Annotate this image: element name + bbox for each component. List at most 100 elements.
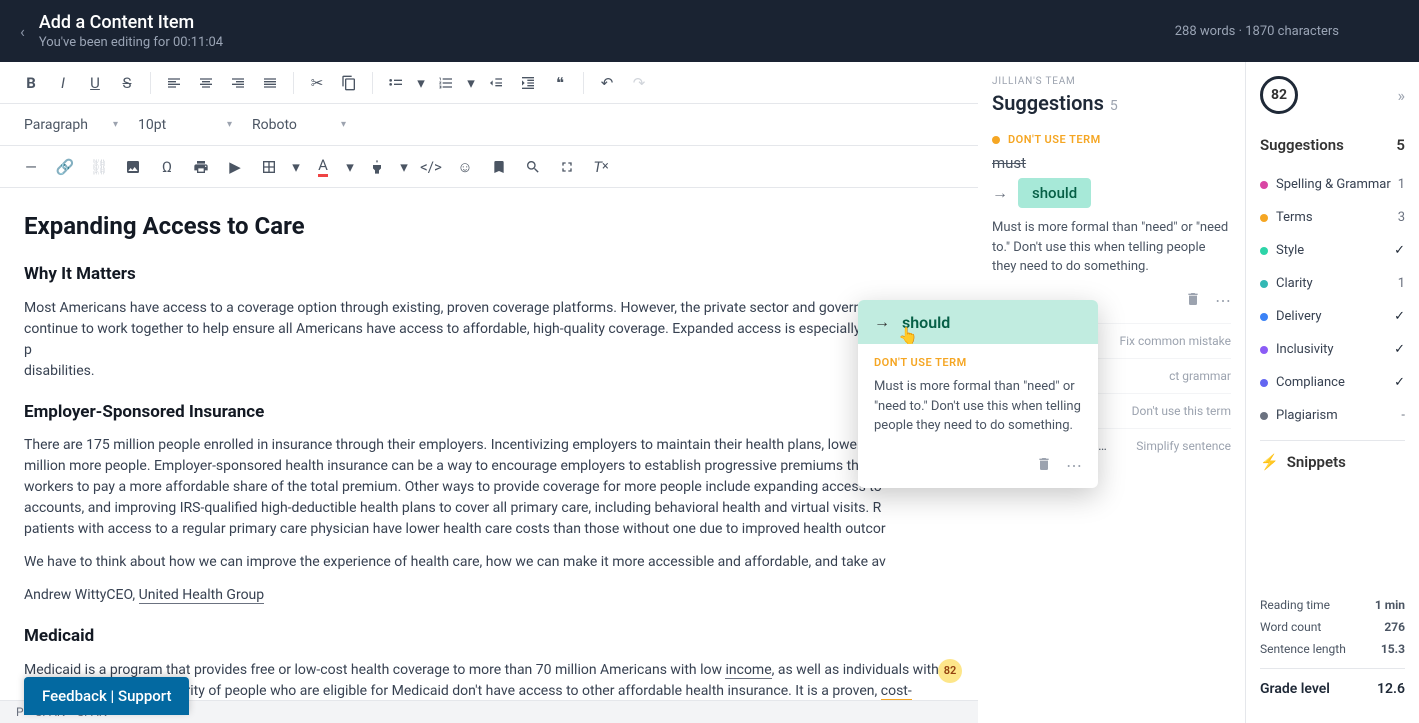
table-button[interactable] (254, 152, 284, 182)
copy-button[interactable] (334, 68, 364, 98)
highlight-button[interactable] (362, 152, 392, 182)
stats-column: 82 » Suggestions 5 Spelling & Grammar1Ter… (1246, 62, 1419, 723)
bullet-options-icon[interactable]: ▾ (413, 68, 429, 98)
inline-suggestion-popup: → should DON'T USE TERM Must is more for… (858, 300, 1098, 488)
toolbar-insert: — 🔗 ⛓ Ω ▶ ▾ A ▾ ▾ </> ☺ T× (0, 146, 978, 188)
quote-button[interactable]: ❝ (545, 68, 575, 98)
code-button[interactable]: </> (416, 152, 446, 182)
undo-button[interactable]: ↶ (592, 68, 622, 98)
outdent-button[interactable] (481, 68, 511, 98)
arrow-icon: → (992, 183, 1008, 203)
inline-score-badge[interactable]: 82 (938, 659, 962, 683)
doc-h2-medicaid: Medicaid (24, 624, 954, 650)
editor-column: B I U S ✂ ▾ ▾ ❝ ↶ ↷ Paragraph▾ (0, 62, 978, 723)
reading-time-value: 1 min (1375, 598, 1405, 612)
link-button[interactable]: 🔗 (50, 152, 80, 182)
category-row[interactable]: Clarity1 (1260, 267, 1405, 300)
stats-suggestions-label: Suggestions (1260, 136, 1344, 154)
suggestions-count: 5 (1110, 98, 1118, 114)
word-count-label: Word count (1260, 620, 1321, 634)
popup-dismiss-icon[interactable] (1036, 456, 1052, 476)
italic-button[interactable]: I (48, 68, 78, 98)
textcolor-options-icon[interactable]: ▾ (342, 152, 358, 182)
category-row[interactable]: Compliance✓ (1260, 366, 1405, 399)
align-left-button[interactable] (159, 68, 189, 98)
more-icon[interactable]: ⋯ (1215, 291, 1231, 310)
paragraph-select[interactable]: Paragraph▾ (16, 113, 126, 137)
suggestion-tag: DON'T USE TERM (1008, 133, 1101, 146)
category-row[interactable]: Plagiarism- (1260, 399, 1405, 432)
grade-level-value: 12.6 (1377, 681, 1405, 697)
highlight-options-icon[interactable]: ▾ (396, 152, 412, 182)
app-header: ‹ Add a Content Item You've been editing… (0, 0, 1419, 62)
term-dot-icon (992, 136, 1000, 144)
suggestion-replacement[interactable]: should (1018, 178, 1091, 208)
table-options-icon[interactable]: ▾ (288, 152, 304, 182)
textcolor-button[interactable]: A (308, 152, 338, 182)
numbered-options-icon[interactable]: ▾ (463, 68, 479, 98)
cut-button[interactable]: ✂ (302, 68, 332, 98)
score-ring[interactable]: 82 (1260, 76, 1298, 114)
back-icon[interactable]: ‹ (20, 22, 25, 41)
arrow-icon: → (874, 312, 890, 332)
category-row[interactable]: Inclusivity✓ (1260, 333, 1405, 366)
category-row[interactable]: Delivery✓ (1260, 300, 1405, 333)
suggestions-title: Suggestions (992, 91, 1104, 115)
dismiss-icon[interactable] (1185, 291, 1201, 311)
numbered-list-button[interactable] (431, 68, 461, 98)
reading-time-label: Reading time (1260, 598, 1330, 612)
popup-description: Must is more formal than "need" or "need… (874, 377, 1082, 436)
align-center-button[interactable] (191, 68, 221, 98)
popup-tag: DON'T USE TERM (874, 356, 1082, 369)
fullscreen-button[interactable] (552, 152, 582, 182)
sentence-length-value: 15.3 (1381, 642, 1405, 656)
emoji-button[interactable]: ☺ (450, 152, 480, 182)
print-button[interactable] (186, 152, 216, 182)
doc-h1: Expanding Access to Care (24, 208, 954, 244)
category-row[interactable]: Terms3 (1260, 201, 1405, 234)
team-label: JILLIAN'S TEAM (992, 76, 1231, 87)
bookmark-button[interactable] (484, 152, 514, 182)
clear-format-button[interactable]: T× (586, 152, 616, 182)
popup-apply-row[interactable]: → should (858, 300, 1098, 344)
strike-button[interactable]: S (112, 68, 142, 98)
sentence-length-label: Sentence length (1260, 642, 1346, 656)
omega-button[interactable]: Ω (152, 152, 182, 182)
suggestion-card-expanded[interactable]: DON'T USE TERM must →should Must is more… (992, 133, 1231, 311)
popup-more-icon[interactable]: ⋯ (1066, 456, 1082, 476)
edit-timer: You've been editing for 00:11:04 (39, 35, 223, 50)
fontfamily-select[interactable]: Roboto▾ (244, 113, 354, 137)
search-button[interactable] (518, 152, 548, 182)
grade-level-label: Grade level (1260, 681, 1330, 697)
doc-h2-employer: Employer-Sponsored Insurance (24, 400, 954, 426)
align-justify-button[interactable] (255, 68, 285, 98)
doc-stats: 288 words · 1870 characters (1175, 24, 1339, 39)
image-button[interactable] (118, 152, 148, 182)
unlink-button[interactable]: ⛓ (84, 152, 114, 182)
editor-content[interactable]: Expanding Access to Care Why It Matters … (0, 188, 978, 723)
fontsize-select[interactable]: 10pt▾ (130, 113, 240, 137)
para-3: We have to think about how we can improv… (24, 552, 954, 573)
bullet-list-button[interactable] (381, 68, 411, 98)
video-button[interactable]: ▶ (220, 152, 250, 182)
para-2: There are 175 million people enrolled in… (24, 435, 954, 540)
underline-button[interactable]: U (80, 68, 110, 98)
link-uhg[interactable]: United Health Group (139, 587, 265, 604)
redo-button[interactable]: ↷ (624, 68, 654, 98)
category-row[interactable]: Spelling & Grammar1 (1260, 168, 1405, 201)
popup-replacement: should (902, 313, 950, 332)
hr-button[interactable]: — (16, 152, 46, 182)
indent-button[interactable] (513, 68, 543, 98)
snippets-row[interactable]: ⚡Snippets (1260, 440, 1405, 483)
word-count-value: 276 (1384, 620, 1405, 634)
bold-button[interactable]: B (16, 68, 46, 98)
toolbar-formatting: B I U S ✂ ▾ ▾ ❝ ↶ ↷ (0, 62, 978, 104)
category-row[interactable]: Style✓ (1260, 234, 1405, 267)
stats-suggestions-count: 5 (1396, 136, 1405, 154)
feedback-button[interactable]: Feedback | Support (24, 677, 189, 715)
suggestion-strike: must (992, 154, 1231, 172)
term-income[interactable]: income (725, 662, 771, 679)
para-4: Andrew WittyCEO, United Health Group (24, 585, 954, 606)
align-right-button[interactable] (223, 68, 253, 98)
expand-icon[interactable]: » (1398, 86, 1406, 105)
